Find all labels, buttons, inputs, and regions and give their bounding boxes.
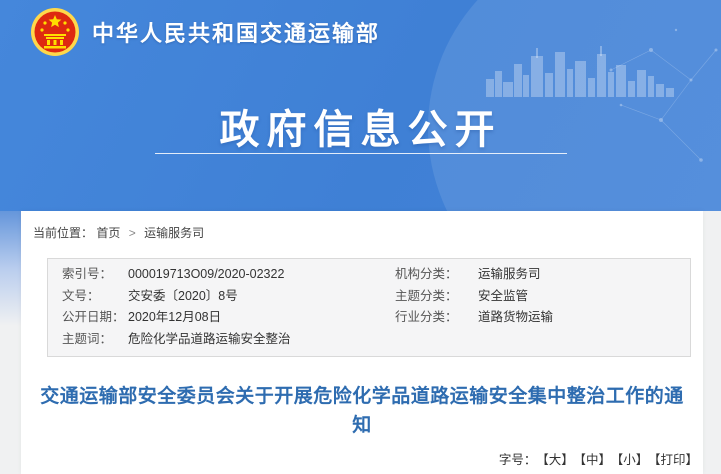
page: 中华人民共和国交通运输部 政府信息公开 当前位置： 首页 > 运输服务司 索引号… (0, 0, 721, 474)
breadcrumb-link-home[interactable]: 首页 (96, 226, 120, 240)
title-underline (155, 153, 567, 154)
meta-cell-empty (369, 329, 690, 351)
breadcrumb-separator: > (129, 226, 136, 240)
font-size-controls: 字号： 【大】【中】【小】【打印】 (21, 449, 703, 468)
meta-value: 000019713O09/2020-02322 (128, 264, 284, 286)
font-size-label: 字号： (499, 453, 537, 467)
meta-value: 交安委〔2020〕8号 (128, 286, 238, 308)
table-row: 文号： 交安委〔2020〕8号 主题分类： 安全监管 (48, 286, 690, 308)
table-row: 公开日期： 2020年12月08日 行业分类： 道路货物运输 (48, 307, 690, 329)
content-panel: 当前位置： 首页 > 运输服务司 索引号： 000019713O09/2020-… (21, 211, 703, 474)
meta-value: 危险化学品道路运输安全整治 (128, 329, 291, 351)
meta-cell-index-number: 索引号： 000019713O09/2020-02322 (48, 264, 369, 286)
print-button[interactable]: 【打印】 (654, 453, 698, 467)
meta-value: 安全监管 (478, 286, 528, 308)
font-size-medium-button[interactable]: 【中】 (580, 453, 611, 467)
breadcrumb-link-department[interactable]: 运输服务司 (144, 226, 204, 240)
banner: 中华人民共和国交通运输部 政府信息公开 (0, 0, 721, 211)
meta-label: 索引号： (48, 264, 128, 286)
meta-cell-doc-number: 文号： 交安委〔2020〕8号 (48, 286, 369, 308)
page-title: 政府信息公开 (0, 97, 721, 155)
meta-cell-org-category: 机构分类： 运输服务司 (369, 264, 690, 286)
meta-label: 文号： (48, 286, 128, 308)
document-meta-table: 索引号： 000019713O09/2020-02322 机构分类： 运输服务司… (47, 258, 691, 357)
meta-cell-publish-date: 公开日期： 2020年12月08日 (48, 307, 369, 329)
breadcrumb: 当前位置： 首页 > 运输服务司 (21, 211, 703, 251)
breadcrumb-label: 当前位置： (33, 226, 93, 240)
meta-label (369, 329, 478, 351)
meta-cell-keywords: 主题词： 危险化学品道路运输安全整治 (48, 329, 369, 351)
meta-label: 主题词： (48, 329, 128, 351)
left-gutter-fade (0, 211, 21, 326)
meta-value: 2020年12月08日 (128, 307, 221, 329)
meta-value: 道路货物运输 (478, 307, 553, 329)
meta-label: 主题分类： (369, 286, 478, 308)
table-row: 主题词： 危险化学品道路运输安全整治 (48, 329, 690, 351)
ministry-name: 中华人民共和国交通运输部 (92, 16, 380, 48)
meta-value: 运输服务司 (478, 264, 541, 286)
meta-label: 机构分类： (369, 264, 478, 286)
table-row: 索引号： 000019713O09/2020-02322 机构分类： 运输服务司 (48, 264, 690, 286)
national-emblem-icon (30, 7, 80, 57)
meta-cell-industry-category: 行业分类： 道路货物运输 (369, 307, 690, 329)
font-size-small-button[interactable]: 【小】 (617, 453, 648, 467)
document-title: 交通运输部安全委员会关于开展危险化学品道路运输安全集中整治工作的通知 (36, 382, 688, 440)
meta-cell-topic-category: 主题分类： 安全监管 (369, 286, 690, 308)
meta-label: 公开日期： (48, 307, 128, 329)
meta-label: 行业分类： (369, 307, 478, 329)
font-size-large-button[interactable]: 【大】 (542, 453, 573, 467)
site-header: 中华人民共和国交通运输部 (30, 7, 380, 57)
